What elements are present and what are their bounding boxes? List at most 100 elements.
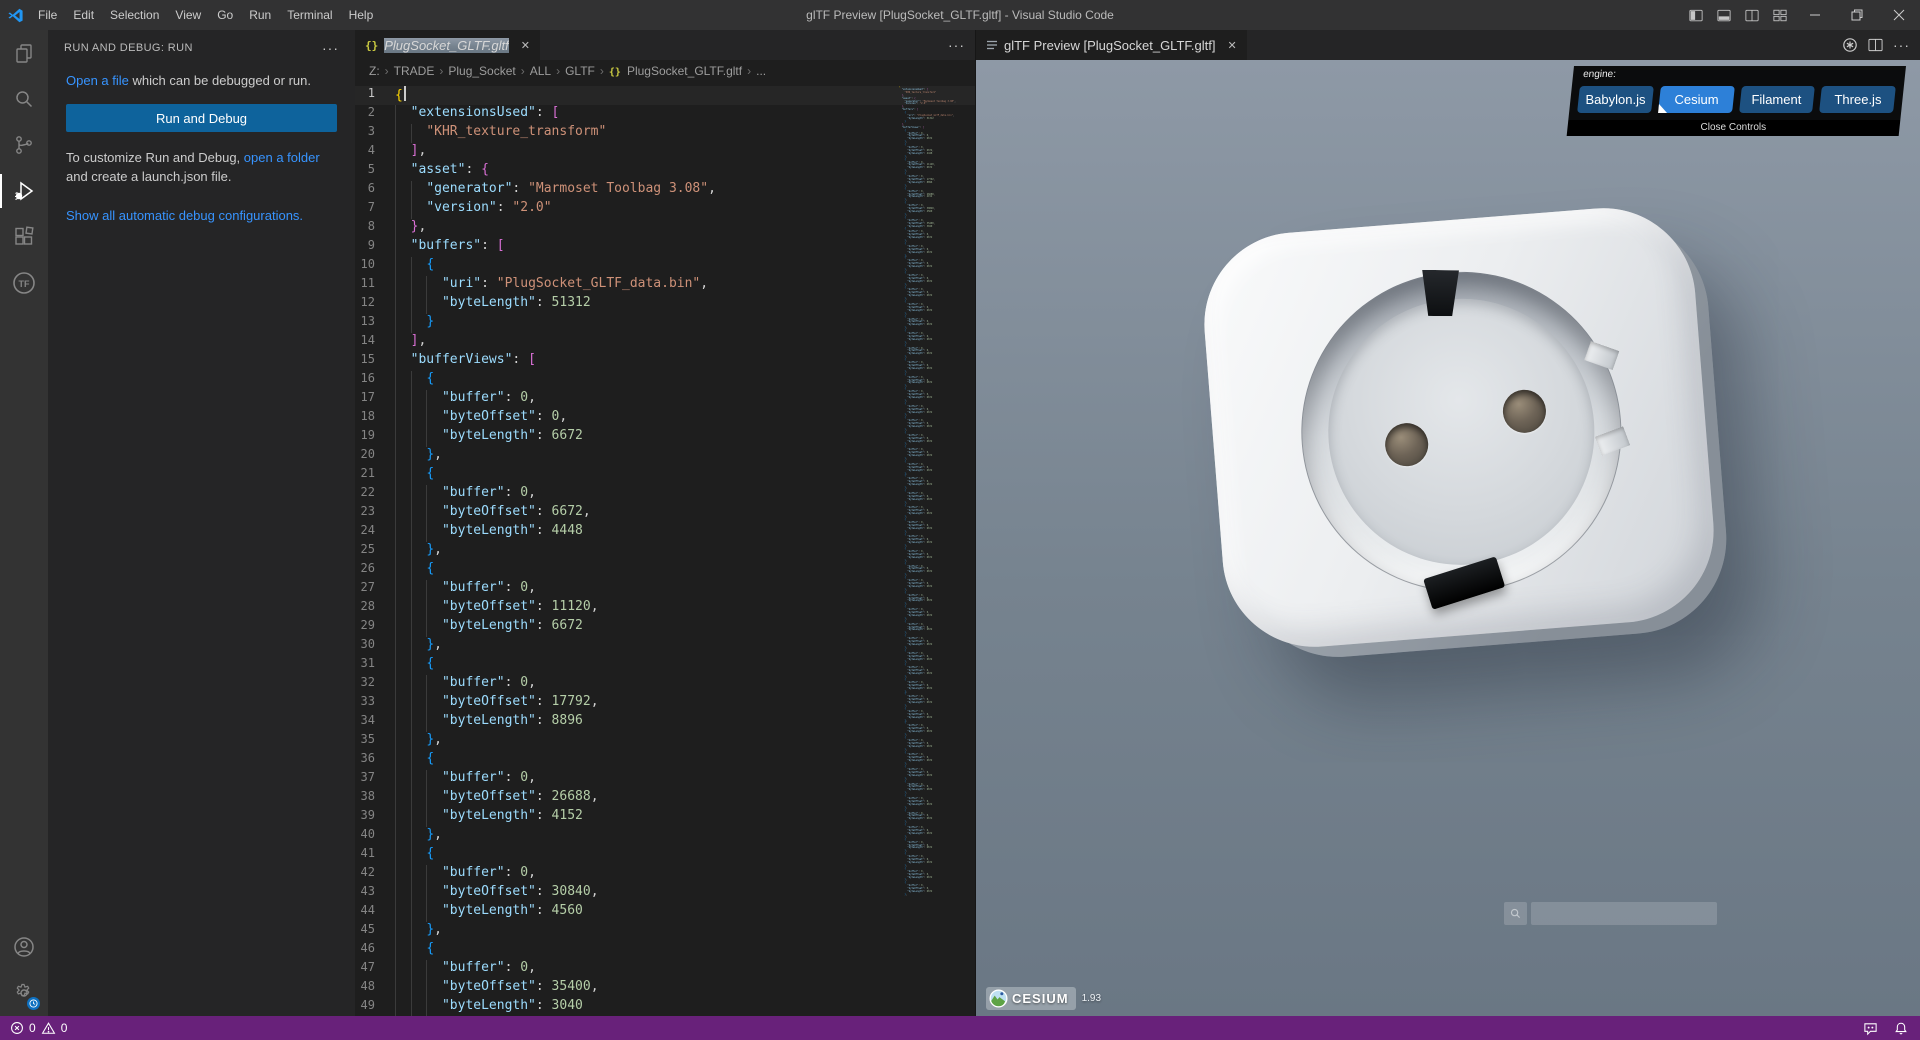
code-line: 39 "byteLength": 4152 (355, 808, 975, 827)
split-editor-right-icon[interactable] (1868, 38, 1883, 52)
menu-file[interactable]: File (30, 0, 65, 30)
code-line: 6 "generator": "Marmoset Toolbag 3.08", (355, 181, 975, 200)
preview-tab-title: glTF Preview [PlugSocket_GLTF.gltf] (1004, 37, 1216, 53)
code-line: 14 ], (355, 333, 975, 352)
breadcrumb-item[interactable]: {} PlugSocket_GLTF.gltf (609, 64, 742, 78)
cesium-geocoder (1504, 902, 1717, 925)
customize-layout-icon[interactable] (1766, 0, 1794, 30)
menu-run[interactable]: Run (241, 0, 279, 30)
editor-more-actions[interactable]: ··· (948, 37, 965, 53)
minimize-button[interactable] (1794, 0, 1836, 30)
code-line: 11 "uri": "PlugSocket_GLTF_data.bin", (355, 276, 975, 295)
code-line: 46 { (355, 941, 975, 960)
cesium-logo[interactable]: CESIUM (986, 987, 1076, 1010)
code-line: 37 "buffer": 0, (355, 770, 975, 789)
toggle-sidebar-icon[interactable] (1682, 0, 1710, 30)
sidebar-more-actions[interactable]: ··· (322, 40, 339, 56)
preview-more-actions[interactable]: ··· (1893, 37, 1910, 53)
cesium-version: 1.93 (1081, 993, 1102, 1004)
tab-gltf-preview[interactable]: glTF Preview [PlugSocket_GLTF.gltf] ✕ (976, 30, 1247, 60)
code-line: 48 "byteOffset": 35400, (355, 979, 975, 998)
errors-icon (11, 1022, 23, 1034)
breadcrumb-item[interactable]: GLTF (565, 64, 595, 78)
status-bar: 0 0 (0, 1016, 1920, 1040)
open-file-link[interactable]: Open a file (66, 73, 129, 88)
problems-status[interactable]: 0 0 (10, 1021, 67, 1035)
code-line: 41 { (355, 846, 975, 865)
code-line: 36 { (355, 751, 975, 770)
close-window-button[interactable] (1878, 0, 1920, 30)
menu-edit[interactable]: Edit (65, 0, 102, 30)
breadcrumb-separator: › (747, 64, 752, 78)
code-line: 26 { (355, 561, 975, 580)
explorer-icon[interactable] (0, 30, 48, 76)
run-and-debug-icon[interactable] (0, 168, 48, 214)
breadcrumb-item[interactable]: ... (756, 64, 766, 78)
code-line: 27 "buffer": 0, (355, 580, 975, 599)
gltf-report-icon[interactable] (1842, 37, 1858, 53)
show-debug-configs-link[interactable]: Show all automatic debug configurations. (66, 206, 337, 225)
svg-text:TF: TF (19, 279, 30, 289)
toggle-panel-icon[interactable] (1710, 0, 1738, 30)
settings-gear-icon[interactable] (0, 970, 48, 1016)
breadcrumb-item[interactable]: Z: (369, 64, 380, 78)
code-line: 5 "asset": { (355, 162, 975, 181)
run-and-debug-button[interactable]: Run and Debug (66, 104, 337, 132)
code-line: 40 }, (355, 827, 975, 846)
menu-view[interactable]: View (167, 0, 209, 30)
menu-bar: File Edit Selection View Go Run Terminal Help (30, 0, 381, 30)
code-line: 28 "byteOffset": 11120, (355, 599, 975, 618)
tab-title: PlugSocket_GLTF.gltf (384, 37, 509, 53)
engine-controls-panel: engine: Babylon.js Cesium Filament Three.js… (1566, 66, 1906, 136)
menu-terminal[interactable]: Terminal (279, 0, 340, 30)
close-controls-button[interactable]: Close Controls (1566, 120, 1901, 136)
code-line: 25 }, (355, 542, 975, 561)
feedback-icon[interactable] (1863, 1021, 1878, 1036)
tab-plugsocket-gltf[interactable]: {} PlugSocket_GLTF.gltf ✕ (355, 30, 540, 60)
engine-button-cesium[interactable]: Cesium (1657, 86, 1735, 113)
engine-button-babylonjs[interactable]: Babylon.js (1577, 86, 1654, 113)
gltf-preview-group: glTF Preview [PlugSocket_GLTF.gltf] ✕ ··… (975, 30, 1920, 1016)
split-editor-icon[interactable] (1738, 0, 1766, 30)
code-line: 42 "buffer": 0, (355, 865, 975, 884)
code-line: 29 "byteLength": 6672 (355, 618, 975, 637)
preview-canvas[interactable]: engine: Babylon.js Cesium Filament Three.js… (976, 60, 1920, 1016)
minimap[interactable]: { "extensionsUsed": [ "KHR_texture_trans… (899, 86, 961, 897)
menu-help[interactable]: Help (341, 0, 382, 30)
code-editor[interactable]: 1{2 "extensionsUsed": [3 "KHR_texture_tr… (355, 82, 975, 1016)
socket-hole-right (1501, 388, 1548, 435)
geocoder-input[interactable] (1531, 902, 1717, 925)
code-line: 12 "byteLength": 51312 (355, 295, 975, 314)
breadcrumb-separator: › (599, 64, 604, 78)
gltf-tools-icon[interactable]: TF (0, 260, 48, 306)
menu-selection[interactable]: Selection (102, 0, 167, 30)
close-tab-icon[interactable]: ✕ (521, 39, 530, 52)
code-line: 17 "buffer": 0, (355, 390, 975, 409)
notifications-bell-icon[interactable] (1894, 1021, 1908, 1036)
open-folder-link[interactable]: open a folder (244, 150, 320, 165)
restore-button[interactable] (1836, 0, 1878, 30)
breadcrumb-item[interactable]: TRADE (394, 64, 435, 78)
code-line: 34 "byteLength": 8896 (355, 713, 975, 732)
code-line: 23 "byteOffset": 6672, (355, 504, 975, 523)
close-preview-tab-icon[interactable]: ✕ (1227, 39, 1236, 52)
breadcrumb-separator: › (384, 64, 389, 78)
code-line: 30 }, (355, 637, 975, 656)
socket-recess (1289, 259, 1634, 610)
menu-go[interactable]: Go (209, 0, 241, 30)
code-lines: 1{2 "extensionsUsed": [3 "KHR_texture_tr… (355, 86, 975, 1016)
code-line: 16 { (355, 371, 975, 390)
search-icon[interactable] (0, 76, 48, 122)
engine-button-filament[interactable]: Filament (1738, 86, 1816, 113)
code-line: 13 } (355, 314, 975, 333)
breadcrumb-separator: › (520, 64, 525, 78)
accounts-icon[interactable] (0, 924, 48, 970)
text-cursor (403, 86, 406, 101)
breadcrumb-item[interactable]: Plug_Socket (448, 64, 515, 78)
geocoder-search-icon[interactable] (1504, 902, 1527, 925)
source-control-icon[interactable] (0, 122, 48, 168)
breadcrumb-item[interactable]: ALL (530, 64, 551, 78)
extensions-icon[interactable] (0, 214, 48, 260)
code-line: 35 }, (355, 732, 975, 751)
engine-button-threejs[interactable]: Three.js (1819, 86, 1896, 113)
